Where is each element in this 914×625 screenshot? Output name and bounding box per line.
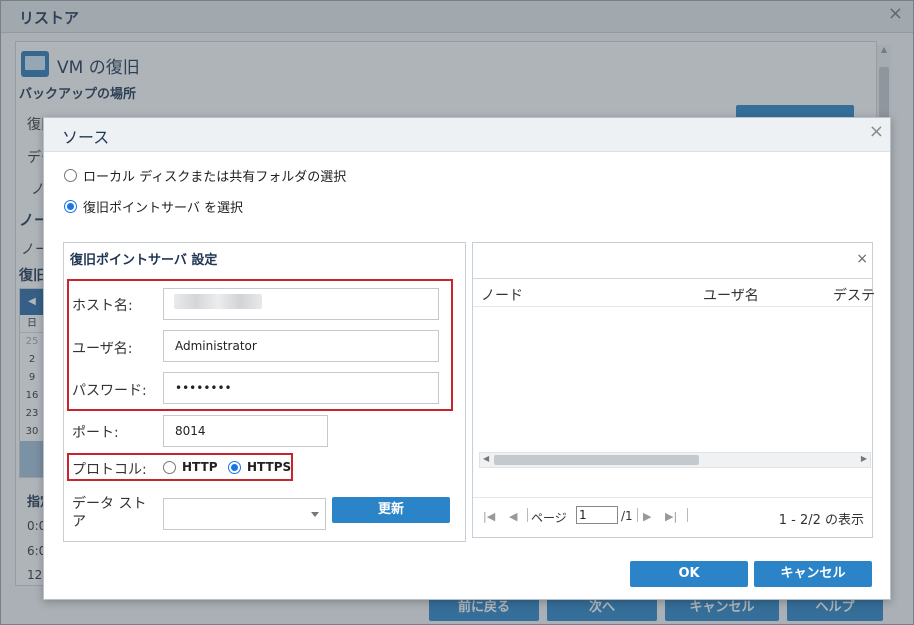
ok-button[interactable]: OK bbox=[630, 561, 748, 587]
rps-settings-title: 復旧ポイントサーバ 設定 bbox=[70, 253, 218, 268]
cancel-button[interactable]: キャンセル bbox=[754, 561, 872, 587]
column-node[interactable]: ノード bbox=[481, 285, 523, 305]
refresh-button[interactable]: 更新 bbox=[332, 497, 450, 523]
protocol-highlight bbox=[67, 453, 293, 481]
radio-checked-icon bbox=[64, 200, 77, 213]
node-grid-header: ノード ユーザ名 デステ bbox=[473, 278, 875, 307]
recovery-point-server-radio[interactable]: 復旧ポイントサーバ を選択 bbox=[64, 197, 243, 216]
last-page-icon[interactable]: ▶| bbox=[665, 510, 677, 523]
datastore-select[interactable] bbox=[163, 498, 326, 530]
first-page-icon[interactable]: |◀ bbox=[483, 510, 495, 523]
screen: リストア × VM の復旧 バックアップの場所 変更 復旧 デー ノー ノー ノ… bbox=[0, 0, 914, 625]
credentials-highlight bbox=[67, 279, 453, 411]
source-dialog-title: ソース bbox=[62, 128, 110, 147]
page-label: ページ bbox=[531, 511, 567, 525]
column-destination[interactable]: デステ bbox=[833, 285, 875, 305]
datastore-label: データ スト ア bbox=[72, 496, 147, 530]
column-user[interactable]: ユーザ名 bbox=[703, 285, 759, 305]
source-dialog: ソース × ローカル ディスクまたは共有フォルダの選択 復旧ポイントサーバ を選… bbox=[43, 117, 891, 600]
close-icon[interactable]: × bbox=[869, 121, 884, 142]
page-input[interactable]: 1 bbox=[576, 506, 618, 524]
local-disk-radio-label: ローカル ディスクまたは共有フォルダの選択 bbox=[83, 170, 347, 185]
radio-unchecked-icon bbox=[64, 169, 77, 182]
next-page-icon[interactable]: ▶ bbox=[643, 510, 651, 523]
source-dialog-header: ソース × bbox=[44, 118, 890, 152]
scroll-right-icon[interactable]: ▶ bbox=[861, 454, 867, 463]
recovery-point-server-radio-label: 復旧ポイントサーバ を選択 bbox=[83, 201, 244, 216]
page-total: /1 bbox=[621, 509, 633, 523]
pager-divider bbox=[637, 508, 638, 522]
pager-divider bbox=[527, 508, 528, 522]
prev-page-icon[interactable]: ◀ bbox=[509, 510, 517, 523]
clear-icon[interactable]: × bbox=[856, 251, 868, 267]
node-grid-panel: × ノード ユーザ名 デステ ◀ ▶ |◀ ◀ ページ 1 /1 ▶ ▶| 1 … bbox=[472, 242, 875, 538]
scroll-thumb[interactable] bbox=[494, 455, 699, 465]
page-count: 1 - 2/2 の表示 bbox=[778, 513, 864, 528]
pager-divider bbox=[687, 508, 688, 522]
local-disk-radio[interactable]: ローカル ディスクまたは共有フォルダの選択 bbox=[64, 166, 346, 185]
port-label: ポート: bbox=[72, 425, 119, 441]
scroll-left-icon[interactable]: ◀ bbox=[483, 454, 489, 463]
grid-horizontal-scrollbar[interactable]: ◀ ▶ bbox=[479, 452, 871, 468]
rps-settings-panel: 復旧ポイントサーバ 設定 ホスト名: ユーザ名: パスワード: ポート: 801… bbox=[63, 242, 466, 542]
grid-pager: |◀ ◀ ページ 1 /1 ▶ ▶| 1 - 2/2 の表示 bbox=[473, 497, 872, 533]
port-input[interactable]: 8014 bbox=[163, 415, 328, 447]
chevron-down-icon bbox=[311, 512, 319, 517]
